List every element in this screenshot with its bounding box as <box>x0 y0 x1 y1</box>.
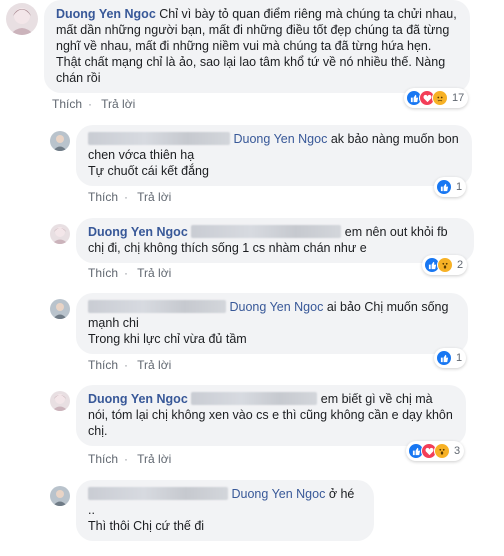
comment-bubble: Duong Yen Ngoc ai bảo Chị muốn sống mạnh… <box>76 293 468 354</box>
redacted-author <box>88 132 230 145</box>
mention-link[interactable]: Duong Yen Ngoc <box>231 487 325 501</box>
reaction-count: 2 <box>457 259 464 271</box>
comment-actions: Thích · Trả lời <box>88 190 172 204</box>
like-link[interactable]: Thích <box>52 97 82 111</box>
mention-link[interactable]: Duong Yen Ngoc <box>233 132 327 146</box>
comment-bubble: Duong Yen Ngoc ở hé .. Thì thôi Chị cứ t… <box>76 480 374 541</box>
avatar-photo-icon <box>50 131 70 151</box>
avatar-duong-yen-ngoc[interactable] <box>50 224 70 244</box>
comment-author[interactable]: Duong Yen Ngoc <box>88 225 188 239</box>
reaction-count: 3 <box>454 445 461 457</box>
reply-link[interactable]: Trả lời <box>137 190 171 204</box>
redacted-author <box>88 300 226 313</box>
wow-icon <box>437 257 453 273</box>
reply-link[interactable]: Trả lời <box>137 358 171 372</box>
reaction-summary[interactable]: 17 <box>404 88 469 108</box>
avatar-duong-yen-ngoc[interactable] <box>50 391 70 411</box>
reply-5: Duong Yen Ngoc ở hé .. Thì thôi Chị cứ t… <box>0 480 504 556</box>
reaction-summary[interactable]: 1 <box>434 177 467 197</box>
reply-link[interactable]: Trả lời <box>137 266 171 280</box>
reaction-summary[interactable]: 2 <box>422 255 468 275</box>
comment-bubble: Duong Yen Ngoc Chỉ vì bày tỏ quan điểm r… <box>44 0 470 93</box>
redacted-author <box>88 487 228 500</box>
comment-actions: Thích · Trả lời <box>88 452 172 466</box>
like-link[interactable]: Thích <box>88 266 118 280</box>
like-icon <box>436 350 452 366</box>
mention-link[interactable]: Duong Yen Ngoc <box>229 300 323 314</box>
avatar-photo-icon <box>50 299 70 319</box>
comment-bubble: Duong Yen Ngoc em biết gì về chị mà nói,… <box>76 385 466 446</box>
avatar-photo-icon <box>50 486 70 506</box>
reply-2: Duong Yen Ngoc em nên out khỏi fb chị đi… <box>0 218 504 282</box>
avatar-photo-icon <box>50 224 70 244</box>
reply-4: Duong Yen Ngoc em biết gì về chị mà nói,… <box>0 385 504 467</box>
like-link[interactable]: Thích <box>88 452 118 466</box>
avatar-redacted-user[interactable] <box>50 299 70 319</box>
comment-author[interactable]: Duong Yen Ngoc <box>88 392 188 406</box>
like-icon <box>436 179 452 195</box>
comment-bubble: Duong Yen Ngoc em nên out khỏi fb chị đi… <box>76 218 474 263</box>
wow-icon <box>434 443 450 459</box>
reaction-summary[interactable]: 1 <box>434 348 467 368</box>
like-link[interactable]: Thích <box>88 190 118 204</box>
redacted-mention <box>191 392 318 405</box>
comment-text: Thì thôi Chị cứ thế đi <box>88 519 205 533</box>
comment-1: Duong Yen Ngoc Chỉ vì bày tỏ quan điểm r… <box>0 0 504 112</box>
reaction-summary[interactable]: 3 <box>406 441 465 461</box>
comment-actions: Thích · Trả lời <box>88 358 172 372</box>
avatar-duong-yen-ngoc[interactable] <box>6 3 38 35</box>
avatar-photo-icon <box>50 391 70 411</box>
reply-link[interactable]: Trả lời <box>101 97 135 111</box>
avatar-redacted-user[interactable] <box>50 131 70 151</box>
redacted-mention <box>191 225 342 238</box>
avatar-redacted-user[interactable] <box>50 486 70 506</box>
reaction-count: 1 <box>456 181 463 193</box>
reaction-count: 1 <box>456 352 463 364</box>
reply-3: Duong Yen Ngoc ai bảo Chị muốn sống mạnh… <box>0 293 504 373</box>
like-link[interactable]: Thích <box>88 358 118 372</box>
reaction-count: 17 <box>452 92 465 104</box>
reply-1: Duong Yen Ngoc ak bảo nàng muốn bon chen… <box>0 125 504 205</box>
comment-actions: Thích · Trả lời <box>52 97 136 111</box>
reply-link[interactable]: Trả lời <box>137 452 171 466</box>
avatar-photo-icon <box>6 3 38 35</box>
comment-actions: Thích · Trả lời <box>88 266 172 280</box>
comment-bubble: Duong Yen Ngoc ak bảo nàng muốn bon chen… <box>76 125 472 186</box>
comment-author[interactable]: Duong Yen Ngoc <box>56 7 156 21</box>
sad-icon <box>432 90 448 106</box>
